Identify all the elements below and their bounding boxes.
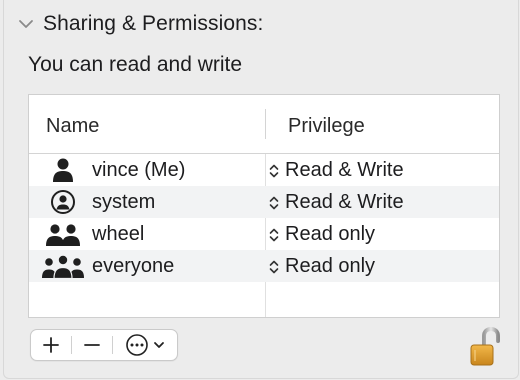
table-row[interactable]: vince (Me) Read & Write	[29, 154, 499, 186]
table-header: Name Privilege	[29, 95, 499, 154]
up-down-arrows-icon	[269, 196, 279, 209]
column-header-name[interactable]: Name	[46, 115, 99, 138]
user-name: everyone	[92, 255, 175, 277]
privilege-popup[interactable]: Read & Write	[268, 159, 404, 182]
single-user-icon	[53, 158, 73, 182]
column-header-privilege[interactable]: Privilege	[288, 115, 365, 138]
table-row[interactable]: system Read & Write	[29, 186, 499, 218]
privilege-popup[interactable]: Read only	[268, 255, 375, 278]
plus-icon	[43, 337, 59, 353]
privilege-value: Read & Write	[285, 159, 404, 181]
privilege-value: Read only	[285, 223, 376, 245]
user-name: vince (Me)	[92, 159, 186, 181]
column-divider[interactable]	[265, 109, 266, 139]
table-row[interactable]: wheel Read only	[29, 218, 499, 250]
privilege-popup[interactable]: Read only	[268, 223, 375, 246]
minus-icon	[84, 344, 100, 346]
add-user-button[interactable]	[31, 330, 71, 360]
privilege-value: Read & Write	[285, 191, 404, 213]
table-row[interactable]: everyone Read only	[29, 250, 499, 282]
two-users-icon	[46, 224, 80, 246]
permissions-table: Name Privilege vince (Me) Read & Write s…	[28, 94, 500, 318]
system-user-circle-icon	[51, 190, 75, 214]
up-down-arrows-icon	[269, 260, 279, 273]
remove-user-button[interactable]	[72, 330, 112, 360]
section-header[interactable]: Sharing & Permissions:	[17, 11, 263, 37]
chevron-down-icon[interactable]	[17, 15, 35, 33]
chevron-down-icon	[154, 342, 164, 348]
privilege-value: Read only	[285, 255, 376, 277]
empty-table-row	[29, 282, 499, 314]
access-status-text: You can read and write	[28, 53, 243, 76]
group-users-icon	[42, 254, 84, 279]
user-name: system	[92, 191, 156, 213]
user-name: wheel	[92, 223, 145, 245]
section-title: Sharing & Permissions:	[43, 12, 264, 35]
permissions-toolbar	[30, 329, 178, 361]
up-down-arrows-icon	[269, 164, 279, 177]
up-down-arrows-icon	[269, 228, 279, 241]
ellipsis-circle-icon	[126, 334, 148, 356]
privilege-popup[interactable]: Read & Write	[268, 191, 404, 214]
sharing-permissions-panel: Sharing & Permissions: You can read and …	[3, 0, 519, 379]
action-menu-button[interactable]	[113, 330, 177, 360]
unlocked-padlock-icon[interactable]	[466, 327, 502, 367]
